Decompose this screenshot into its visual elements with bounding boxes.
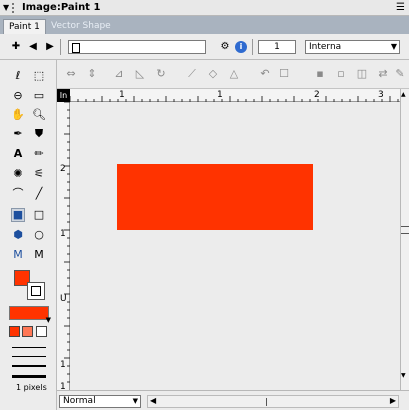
- zoom-icon[interactable]: 🔍︎: [32, 108, 46, 122]
- panel-menu-icon[interactable]: ☰: [396, 2, 405, 13]
- warp-icon[interactable]: ◺: [133, 67, 147, 81]
- ruler-label: 1: [60, 360, 66, 370]
- horizontal-scrollbar[interactable]: ◀ ▶: [147, 395, 399, 408]
- tab-vector-shape[interactable]: Vector Shape: [46, 19, 116, 34]
- paintbrush-icon[interactable]: ✎: [393, 67, 407, 81]
- collapse-arrow-icon[interactable]: ▼: [3, 3, 9, 12]
- chevron-down-icon: ▼: [390, 42, 397, 51]
- background-color-swatch[interactable]: [27, 282, 45, 300]
- line-icon[interactable]: ╱: [32, 187, 46, 201]
- undo-icon[interactable]: ↶: [258, 67, 272, 81]
- marquee-icon[interactable]: ⬚: [32, 69, 46, 83]
- ruler-label: 2: [314, 90, 320, 100]
- trace-icon[interactable]: ☐: [277, 67, 291, 81]
- brush-icon[interactable]: ⚟: [32, 167, 46, 181]
- switch-colors-icon[interactable]: ⇄: [376, 67, 390, 81]
- flip-horizontal-icon[interactable]: ⇔: [64, 67, 78, 81]
- perspective-icon[interactable]: ◇: [206, 67, 220, 81]
- status-bar: Normal ▼ ◀ ▶: [57, 390, 409, 410]
- info-icon[interactable]: i: [235, 41, 247, 53]
- prev-icon[interactable]: ◀: [27, 41, 39, 53]
- ink-select-value: Interna: [309, 42, 342, 52]
- scroll-left-icon[interactable]: ◀: [150, 396, 156, 405]
- stroke-3px[interactable]: [12, 365, 46, 367]
- ruler-label: 1: [119, 90, 125, 100]
- filled-polygon-icon[interactable]: M: [11, 248, 25, 262]
- rotate-icon[interactable]: ↻: [154, 67, 168, 81]
- onion-skin-icon[interactable]: ⚙: [219, 41, 231, 53]
- hand-icon[interactable]: ✋: [11, 108, 25, 122]
- window-title: Image:Paint 1: [22, 2, 101, 13]
- blend-mode-value: Normal: [63, 396, 96, 406]
- rectangle-icon[interactable]: □: [32, 208, 46, 222]
- smooth-icon[interactable]: △: [227, 67, 241, 81]
- ruler-label: 1: [60, 229, 66, 239]
- text-icon[interactable]: A: [11, 147, 25, 161]
- scroll-thumb[interactable]: [266, 398, 267, 406]
- flip-vertical-icon[interactable]: ⇕: [85, 67, 99, 81]
- stroke-2px[interactable]: [12, 356, 46, 357]
- horizontal-ruler: 1 1 2 3: [70, 89, 400, 102]
- stroke-width-label: 1 pixels: [16, 383, 47, 392]
- distort-icon[interactable]: ⟋: [185, 67, 199, 81]
- air-brush-icon[interactable]: ✺: [11, 167, 25, 181]
- background-color-inner: [31, 286, 41, 296]
- transform-toolbar: ⇔ ⇕ ⊿ ◺ ↻ ⟋ ◇ △ ↶ ☐ ▪ ▫ ◫ ⇄ ✎: [57, 60, 409, 89]
- fill-pattern-swatch[interactable]: [22, 326, 33, 337]
- frame-name-field[interactable]: [68, 40, 206, 54]
- ellipse-icon[interactable]: ○: [32, 228, 46, 242]
- filled-rectangle-icon[interactable]: ■: [11, 208, 25, 222]
- tab-bar: Paint 1 Vector Shape: [0, 16, 409, 34]
- blend-mode-select[interactable]: Normal ▼: [59, 395, 141, 408]
- lighten-icon[interactable]: ▪: [313, 67, 327, 81]
- stroke-1px[interactable]: [12, 347, 46, 348]
- scroll-right-icon[interactable]: ▶: [390, 396, 396, 405]
- lasso-icon[interactable]: ℓ: [11, 69, 25, 83]
- frame-number-field[interactable]: 1: [258, 40, 296, 54]
- tab-paint[interactable]: Paint 1: [3, 19, 46, 34]
- grip-handle[interactable]: [12, 3, 18, 13]
- plus-icon[interactable]: ✚: [10, 41, 22, 53]
- fill-none-swatch[interactable]: [36, 326, 47, 337]
- eyedropper-icon[interactable]: ✒: [11, 127, 25, 141]
- ruler-label: 3: [378, 90, 384, 100]
- paint-bucket-icon[interactable]: ⛊: [32, 127, 46, 141]
- invert-icon[interactable]: ◫: [355, 67, 369, 81]
- paint-canvas[interactable]: [70, 102, 400, 390]
- ruler-origin[interactable]: In: [57, 89, 70, 102]
- separator: [252, 39, 253, 55]
- title-bar: ▼ Image:Paint 1 ☰: [0, 0, 409, 16]
- vertical-scrollbar[interactable]: ▲ ▼: [400, 89, 409, 390]
- ruler-label: 1: [217, 90, 223, 100]
- fill-solid-swatch[interactable]: [9, 326, 20, 337]
- ruler-label: 2: [60, 164, 66, 174]
- gradient-swatch[interactable]: ▼: [9, 306, 51, 324]
- tool-palette: ℓ ⬚ ⊖ ▭ ✋ 🔍︎ ✒ ⛊ A ✏ ✺ ⚟ ⌒ ╱ ■ □ ⬢ ○ M M…: [0, 60, 57, 410]
- stroke-4px[interactable]: [12, 375, 46, 378]
- filled-ellipse-icon[interactable]: ⬢: [11, 228, 25, 242]
- registration-point-icon[interactable]: ⊖: [11, 89, 25, 103]
- next-icon[interactable]: ▶: [44, 41, 56, 53]
- darken-icon[interactable]: ▫: [334, 67, 348, 81]
- scroll-down-icon[interactable]: ▼: [401, 372, 406, 379]
- frame-toolbar: ✚ ◀ ▶ ⚙ i 1 Interna ▼: [0, 34, 409, 60]
- scroll-up-icon[interactable]: ▲: [401, 91, 406, 98]
- separator: [60, 39, 61, 55]
- ruler-label: U: [60, 294, 67, 304]
- chevron-down-icon: ▼: [45, 316, 51, 324]
- scroll-thumb[interactable]: [401, 226, 409, 234]
- red-rectangle-shape[interactable]: [117, 164, 313, 230]
- paint-window: ▼ Image:Paint 1 ☰ Paint 1 Vector Shape ✚…: [0, 0, 409, 410]
- ink-select[interactable]: Interna ▼: [305, 40, 400, 54]
- vertical-ruler: 2 1 U 1 1: [57, 102, 70, 392]
- pencil-icon[interactable]: ✏: [32, 147, 46, 161]
- skew-icon[interactable]: ⊿: [112, 67, 126, 81]
- ruler-ticks: [64, 102, 70, 383]
- arc-icon[interactable]: ⌒: [11, 187, 25, 201]
- eraser-icon[interactable]: ▭: [32, 89, 46, 103]
- chevron-down-icon: ▼: [132, 397, 138, 405]
- polygon-icon[interactable]: M: [32, 248, 46, 262]
